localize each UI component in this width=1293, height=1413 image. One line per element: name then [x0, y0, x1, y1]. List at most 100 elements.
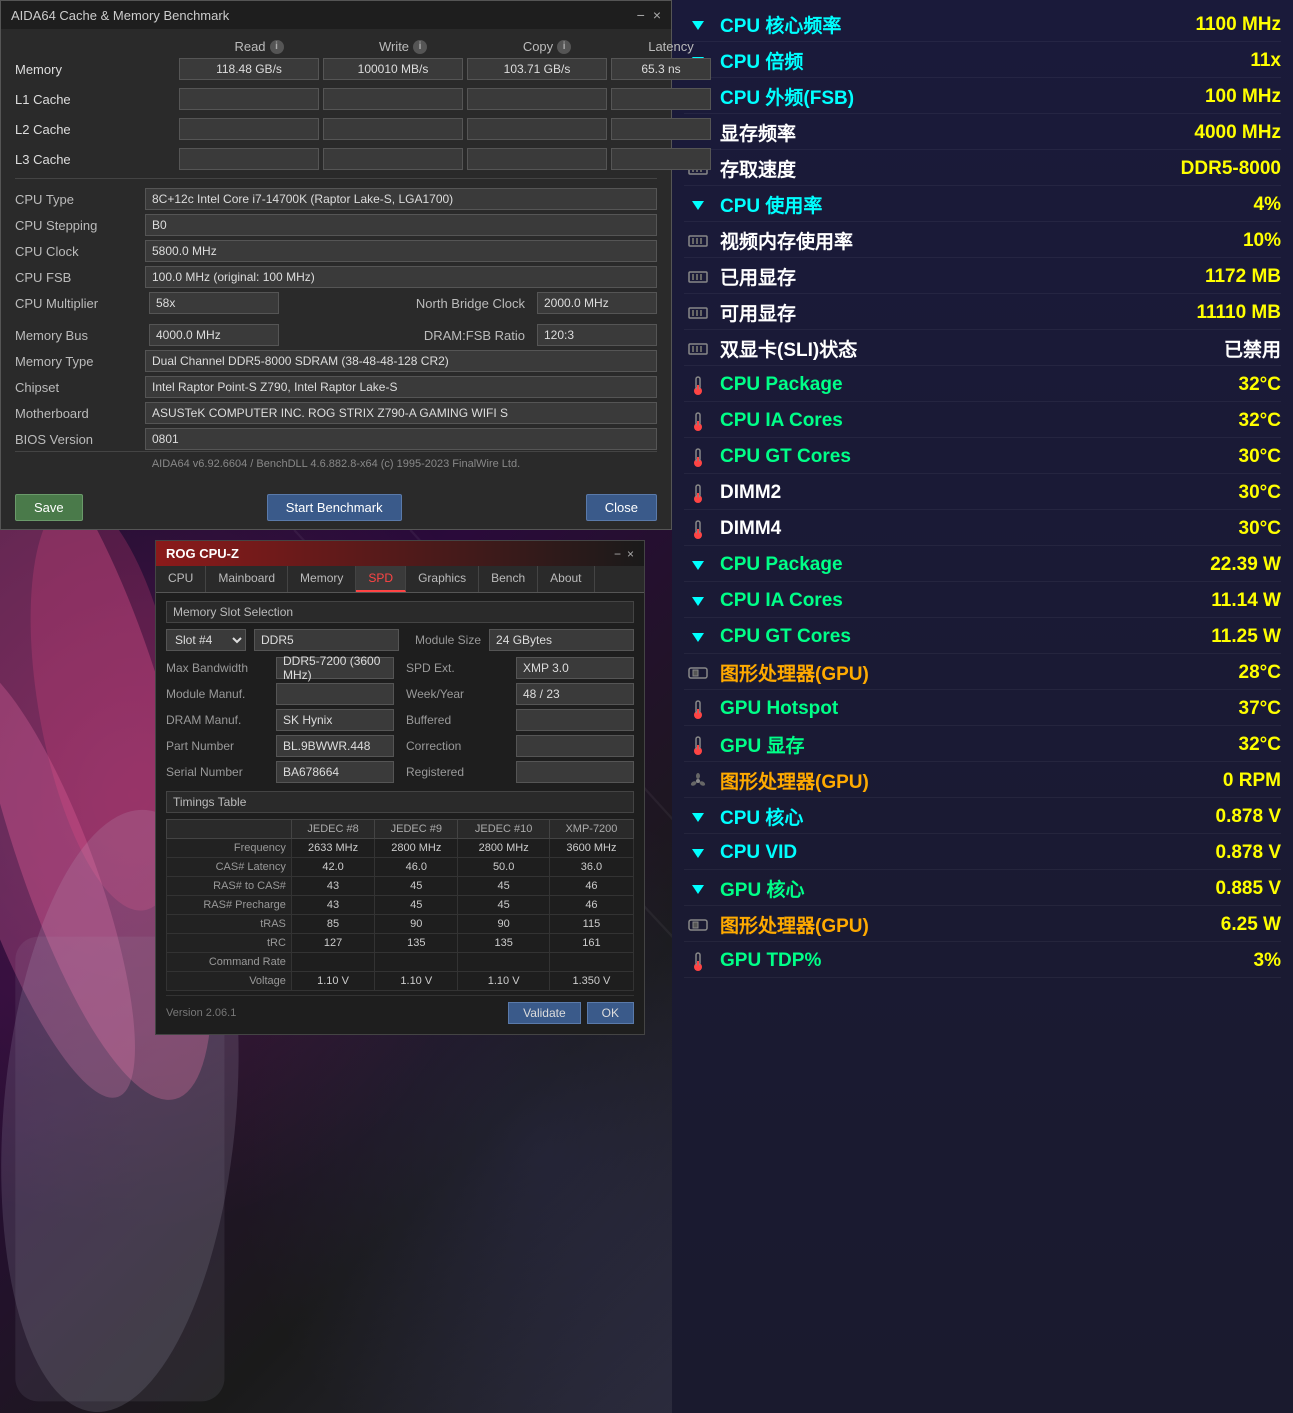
- timing-row-1: CAS# Latency42.046.050.036.0: [167, 858, 634, 877]
- timing-cell-5-4: 161: [549, 934, 633, 953]
- bench-read-0: 118.48 GB/s: [179, 58, 319, 80]
- timing-row-4: tRAS859090115: [167, 915, 634, 934]
- hw-label-19: GPU Hotspot: [720, 698, 1239, 720]
- timing-cell-6-2: [375, 953, 458, 972]
- aida-close-btn[interactable]: ×: [653, 7, 661, 23]
- serial-value: BA678664: [276, 761, 394, 783]
- spd-ext-row: SPD Ext. XMP 3.0: [406, 657, 634, 679]
- aida-minimize-btn[interactable]: −: [637, 7, 645, 23]
- timings-table: JEDEC #8JEDEC #9JEDEC #10XMP-7200Frequen…: [166, 819, 634, 991]
- hw-label-12: CPU GT Cores: [720, 446, 1239, 468]
- buffered-label: Buffered: [406, 713, 516, 727]
- bench-read-empty-3: [179, 148, 319, 170]
- hw-row-19: GPU Hotspot37°C: [684, 692, 1281, 726]
- timing-cell-7-3: 1.10 V: [458, 972, 549, 991]
- tab-spd[interactable]: SPD: [356, 566, 406, 592]
- timing-cell-1-3: 50.0: [458, 858, 549, 877]
- memory-type-row: Memory Type Dual Channel DDR5-8000 SDRAM…: [15, 349, 657, 373]
- aida-titlebar: AIDA64 Cache & Memory Benchmark − ×: [1, 1, 671, 29]
- buffered-value: [516, 709, 634, 731]
- part-number-value: BL.9BWWR.448: [276, 735, 394, 757]
- bench-copy-0: 103.71 GB/s: [467, 58, 607, 80]
- hw-icon-24-arrow: [684, 879, 712, 899]
- hw-row-11: CPU IA Cores32°C: [684, 404, 1281, 438]
- slot-section-title: Memory Slot Selection: [166, 601, 634, 623]
- copy-info-icon[interactable]: i: [557, 40, 571, 54]
- timing-col-2: JEDEC #9: [375, 820, 458, 839]
- tab-bench[interactable]: Bench: [479, 566, 538, 592]
- cpuz-info-grid: Max Bandwidth DDR5-7200 (3600 MHz) SPD E…: [166, 657, 634, 783]
- timing-cell-4-3: 90: [458, 915, 549, 934]
- timing-cell-2-4: 46: [549, 877, 633, 896]
- slot-select[interactable]: Slot #4: [166, 629, 246, 651]
- cpu-stepping-label: CPU Stepping: [15, 218, 145, 233]
- bench-label-0: Memory: [15, 62, 175, 77]
- background-area: ROG CPU-Z − × CPU Mainboard Memory SPD G…: [0, 530, 672, 1413]
- hw-label-16: CPU IA Cores: [720, 590, 1211, 612]
- timing-cell-7-1: 1.10 V: [291, 972, 374, 991]
- cpu-stepping-row: CPU Stepping B0: [15, 213, 657, 237]
- bench-write-empty-1: [323, 88, 463, 110]
- ok-button[interactable]: OK: [587, 1002, 634, 1024]
- validate-button[interactable]: Validate: [508, 1002, 580, 1024]
- hw-row-18: 图形处理器(GPU)28°C: [684, 656, 1281, 690]
- timing-cell-5-2: 135: [375, 934, 458, 953]
- hw-value-10: 32°C: [1239, 374, 1281, 396]
- part-number-row: Part Number BL.9BWWR.448: [166, 735, 394, 757]
- timing-cell-0-3: 2800 MHz: [458, 839, 549, 858]
- cpu-clock-value: 5800.0 MHz: [145, 240, 657, 262]
- timing-cell-2-0: RAS# to CAS#: [167, 877, 292, 896]
- tab-graphics[interactable]: Graphics: [406, 566, 479, 592]
- close-button[interactable]: Close: [586, 494, 657, 521]
- hw-label-17: CPU GT Cores: [720, 626, 1211, 648]
- timing-cell-7-4: 1.350 V: [549, 972, 633, 991]
- start-benchmark-button[interactable]: Start Benchmark: [267, 494, 402, 521]
- read-info-icon[interactable]: i: [270, 40, 284, 54]
- hw-label-23: CPU VID: [720, 842, 1216, 864]
- hw-value-13: 30°C: [1239, 482, 1281, 504]
- timing-cell-7-0: Voltage: [167, 972, 292, 991]
- hw-value-11: 32°C: [1239, 410, 1281, 432]
- hw-icon-18-gpu: [684, 663, 712, 683]
- timing-row-6: Command Rate: [167, 953, 634, 972]
- tab-cpu[interactable]: CPU: [156, 566, 206, 592]
- tab-memory[interactable]: Memory: [288, 566, 356, 592]
- hw-icon-6-mem: [684, 231, 712, 251]
- tab-about[interactable]: About: [538, 566, 594, 592]
- header-write: Write i: [333, 39, 473, 54]
- timing-cell-6-1: [291, 953, 374, 972]
- bios-label: BIOS Version: [15, 432, 145, 447]
- cpuz-titlebar: ROG CPU-Z − ×: [156, 541, 644, 566]
- header-copy: Copy i: [477, 39, 617, 54]
- tab-mainboard[interactable]: Mainboard: [206, 566, 288, 592]
- hw-icon-7-mem: [684, 267, 712, 287]
- hw-value-7: 1172 MB: [1205, 266, 1281, 288]
- hw-row-14: DIMM430°C: [684, 512, 1281, 546]
- timing-row-0: Frequency2633 MHz2800 MHz2800 MHz3600 MH…: [167, 839, 634, 858]
- cpuz-minimize-btn[interactable]: −: [614, 547, 621, 561]
- hw-value-6: 10%: [1243, 230, 1281, 252]
- timing-col-4: XMP-7200: [549, 820, 633, 839]
- memory-bus-label: Memory Bus: [15, 328, 145, 343]
- hw-value-1: 11x: [1250, 50, 1281, 72]
- cpu-stepping-value: B0: [145, 214, 657, 236]
- hw-label-2: CPU 外频(FSB): [720, 83, 1205, 110]
- hw-value-14: 30°C: [1239, 518, 1281, 540]
- hw-label-4: 存取速度: [720, 155, 1181, 182]
- bench-row-1: L1 Cache: [15, 88, 657, 110]
- dram-manuf-row: DRAM Manuf. SK Hynix: [166, 709, 394, 731]
- timing-col-0: [167, 820, 292, 839]
- hw-row-12: CPU GT Cores30°C: [684, 440, 1281, 474]
- motherboard-label: Motherboard: [15, 406, 145, 421]
- write-info-icon[interactable]: i: [413, 40, 427, 54]
- cpu-mult-value: 58x: [149, 292, 279, 314]
- bench-copy-empty-2: [467, 118, 607, 140]
- cpuz-close-btn[interactable]: ×: [627, 547, 634, 561]
- hw-value-12: 30°C: [1239, 446, 1281, 468]
- hw-icon-20-temp: [684, 735, 712, 755]
- left-panel: AIDA64 Cache & Memory Benchmark − × Read…: [0, 0, 672, 1413]
- part-number-label: Part Number: [166, 739, 276, 753]
- bench-write-empty-3: [323, 148, 463, 170]
- save-button[interactable]: Save: [15, 494, 83, 521]
- cpuz-version: Version 2.06.1: [166, 1007, 236, 1019]
